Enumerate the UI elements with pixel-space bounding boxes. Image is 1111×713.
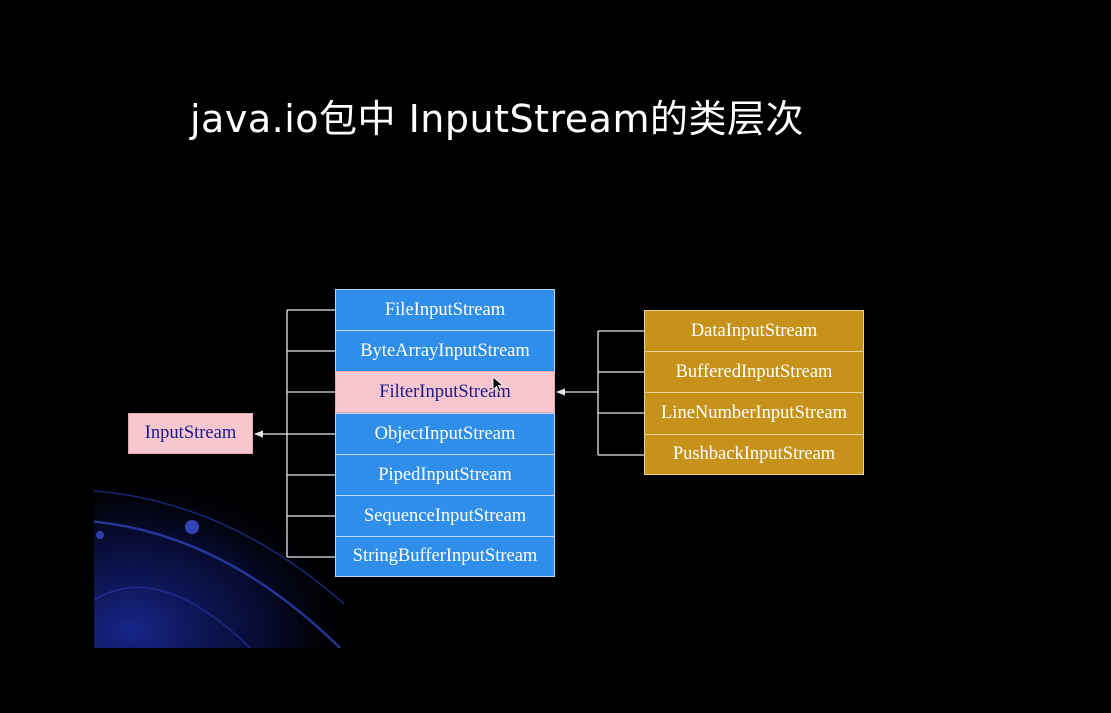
subclass-box-stringbufferinputstream: StringBufferInputStream [335,536,555,577]
filter-subclass-box-pushbackinputstream: PushbackInputStream [644,434,864,475]
subclass-box-pipedinputstream: PipedInputStream [335,454,555,495]
inputstream-box: InputStream [128,413,253,454]
filter-subclass-box-bufferedinputstream: BufferedInputStream [644,351,864,392]
subclass-box-fileinputstream: FileInputStream [335,289,555,330]
slide-title: java.io包中 InputStream的类层次 [190,97,804,141]
slide: java.io包中 InputStream的类层次 InputStream Fi… [0,0,1111,713]
subclass-box-filterinputstream: FilterInputStream [335,371,555,413]
filter-subclass-box-linenumberinputstream: LineNumberInputStream [644,392,864,434]
mouse-cursor-icon [492,376,504,393]
subclass-box-bytearrayinputstream: ByteArrayInputStream [335,330,555,371]
subclass-box-sequenceinputstream: SequenceInputStream [335,495,555,536]
filter-subclass-box-datainputstream: DataInputStream [644,310,864,351]
subclass-box-objectinputstream: ObjectInputStream [335,413,555,454]
